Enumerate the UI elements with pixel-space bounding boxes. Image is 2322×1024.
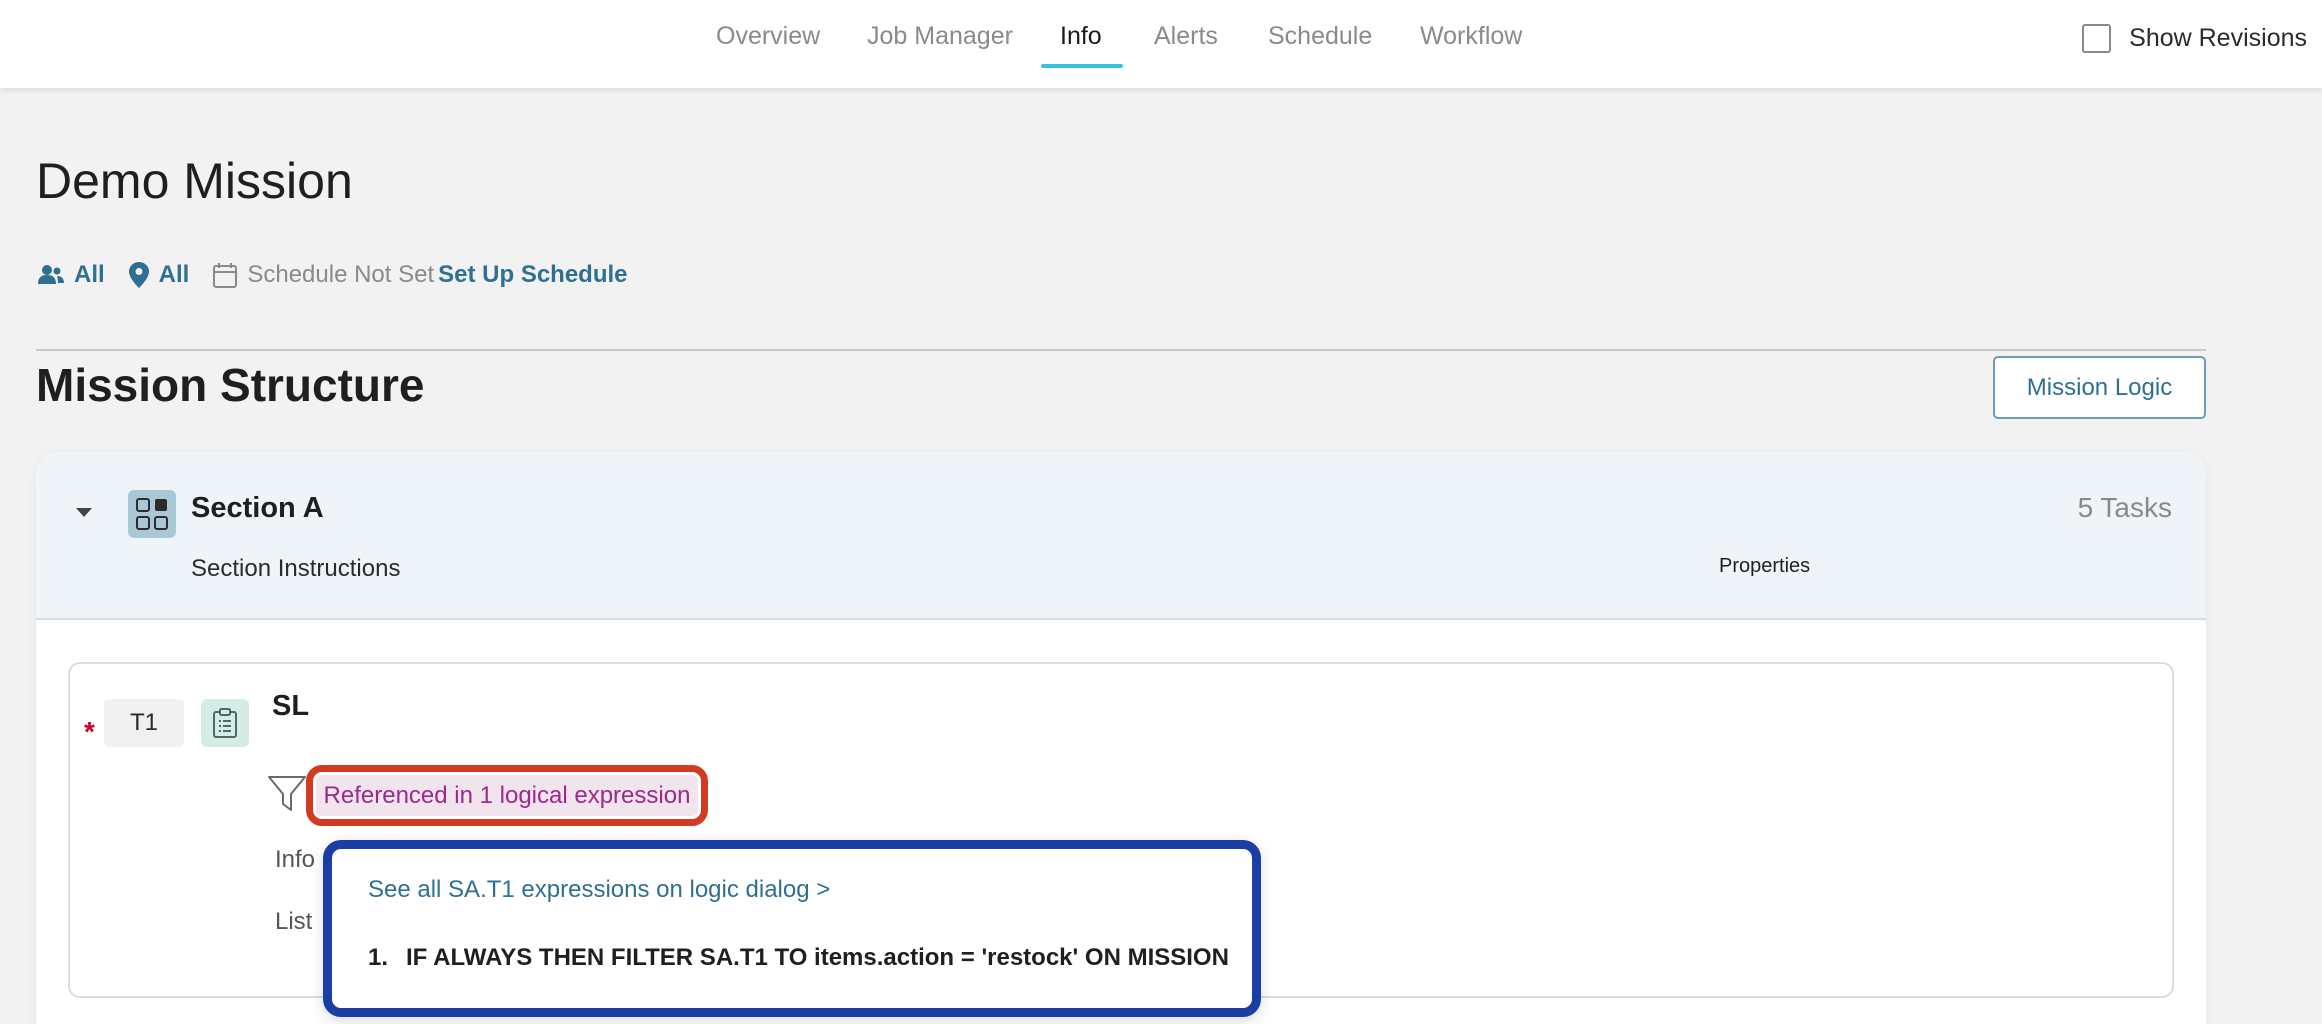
task-id-badge: T1	[104, 699, 184, 747]
show-revisions-checkbox[interactable]	[2082, 24, 2112, 53]
show-revisions-label: Show Revisions	[2129, 24, 2307, 52]
mission-logic-button[interactable]: Mission Logic	[1993, 356, 2206, 419]
section-name: Section A	[191, 492, 324, 524]
set-up-schedule-link[interactable]: Set Up Schedule	[438, 261, 627, 289]
users-label: All	[74, 261, 105, 288]
schedule-status-text: Schedule Not Set	[247, 261, 435, 288]
required-marker: *	[84, 716, 95, 747]
field-label-list: List	[275, 908, 313, 935]
expression-text: IF ALWAYS THEN FILTER SA.T1 TO items.act…	[406, 944, 1229, 971]
logic-expressions-popover: See all SA.T1 expressions on logic dialo…	[323, 840, 1261, 1017]
show-revisions-toggle[interactable]: Show Revisions	[2082, 24, 2307, 53]
reference-badge[interactable]: Referenced in 1 logical expression	[316, 775, 698, 816]
clipboard-icon[interactable]	[201, 699, 249, 747]
section-properties-label[interactable]: Properties	[1719, 555, 1810, 578]
active-tab-indicator	[1041, 64, 1123, 68]
tab-workflow[interactable]: Workflow	[1420, 22, 1522, 51]
location-pin-icon	[128, 262, 149, 288]
users-icon	[38, 265, 64, 284]
tab-schedule[interactable]: Schedule	[1268, 22, 1372, 51]
filter-icon[interactable]	[267, 774, 307, 814]
section-header: Section A Section Instructions Propertie…	[36, 452, 2206, 620]
page-title: Demo Mission	[36, 153, 353, 209]
section-instructions-label[interactable]: Section Instructions	[191, 555, 400, 583]
schedule-status: Schedule Not Set	[213, 261, 434, 289]
mission-structure-title: Mission Structure	[36, 359, 425, 411]
locations-label: All	[158, 261, 190, 288]
section-divider	[36, 349, 2206, 351]
tab-job-manager[interactable]: Job Manager	[867, 22, 1013, 51]
expression-item: 1. IF ALWAYS THEN FILTER SA.T1 TO items.a…	[368, 944, 1229, 972]
locations-filter[interactable]: All	[128, 261, 190, 289]
field-label-info: Info	[275, 846, 316, 873]
mission-meta-row: All All Schedule Not Set Set Up Schedule	[38, 258, 628, 292]
tab-overview[interactable]: Overview	[716, 22, 820, 51]
calendar-icon	[213, 263, 238, 288]
tab-alerts[interactable]: Alerts	[1154, 22, 1218, 51]
see-all-expressions-link[interactable]: See all SA.T1 expressions on logic dialo…	[368, 876, 830, 904]
caret-down-icon[interactable]	[76, 508, 92, 517]
section-task-count: 5 Tasks	[2077, 492, 2172, 523]
top-nav-bar: Overview Job Manager Info Alerts Schedul…	[0, 0, 2322, 88]
users-filter[interactable]: All	[38, 261, 105, 289]
task-name: SL	[272, 690, 310, 722]
section-grid-icon[interactable]	[128, 490, 176, 538]
expression-number: 1.	[368, 944, 389, 971]
nav-tabs: Overview Job Manager Info Alerts Schedul…	[0, 0, 2322, 88]
tab-info[interactable]: Info	[1060, 22, 1102, 51]
